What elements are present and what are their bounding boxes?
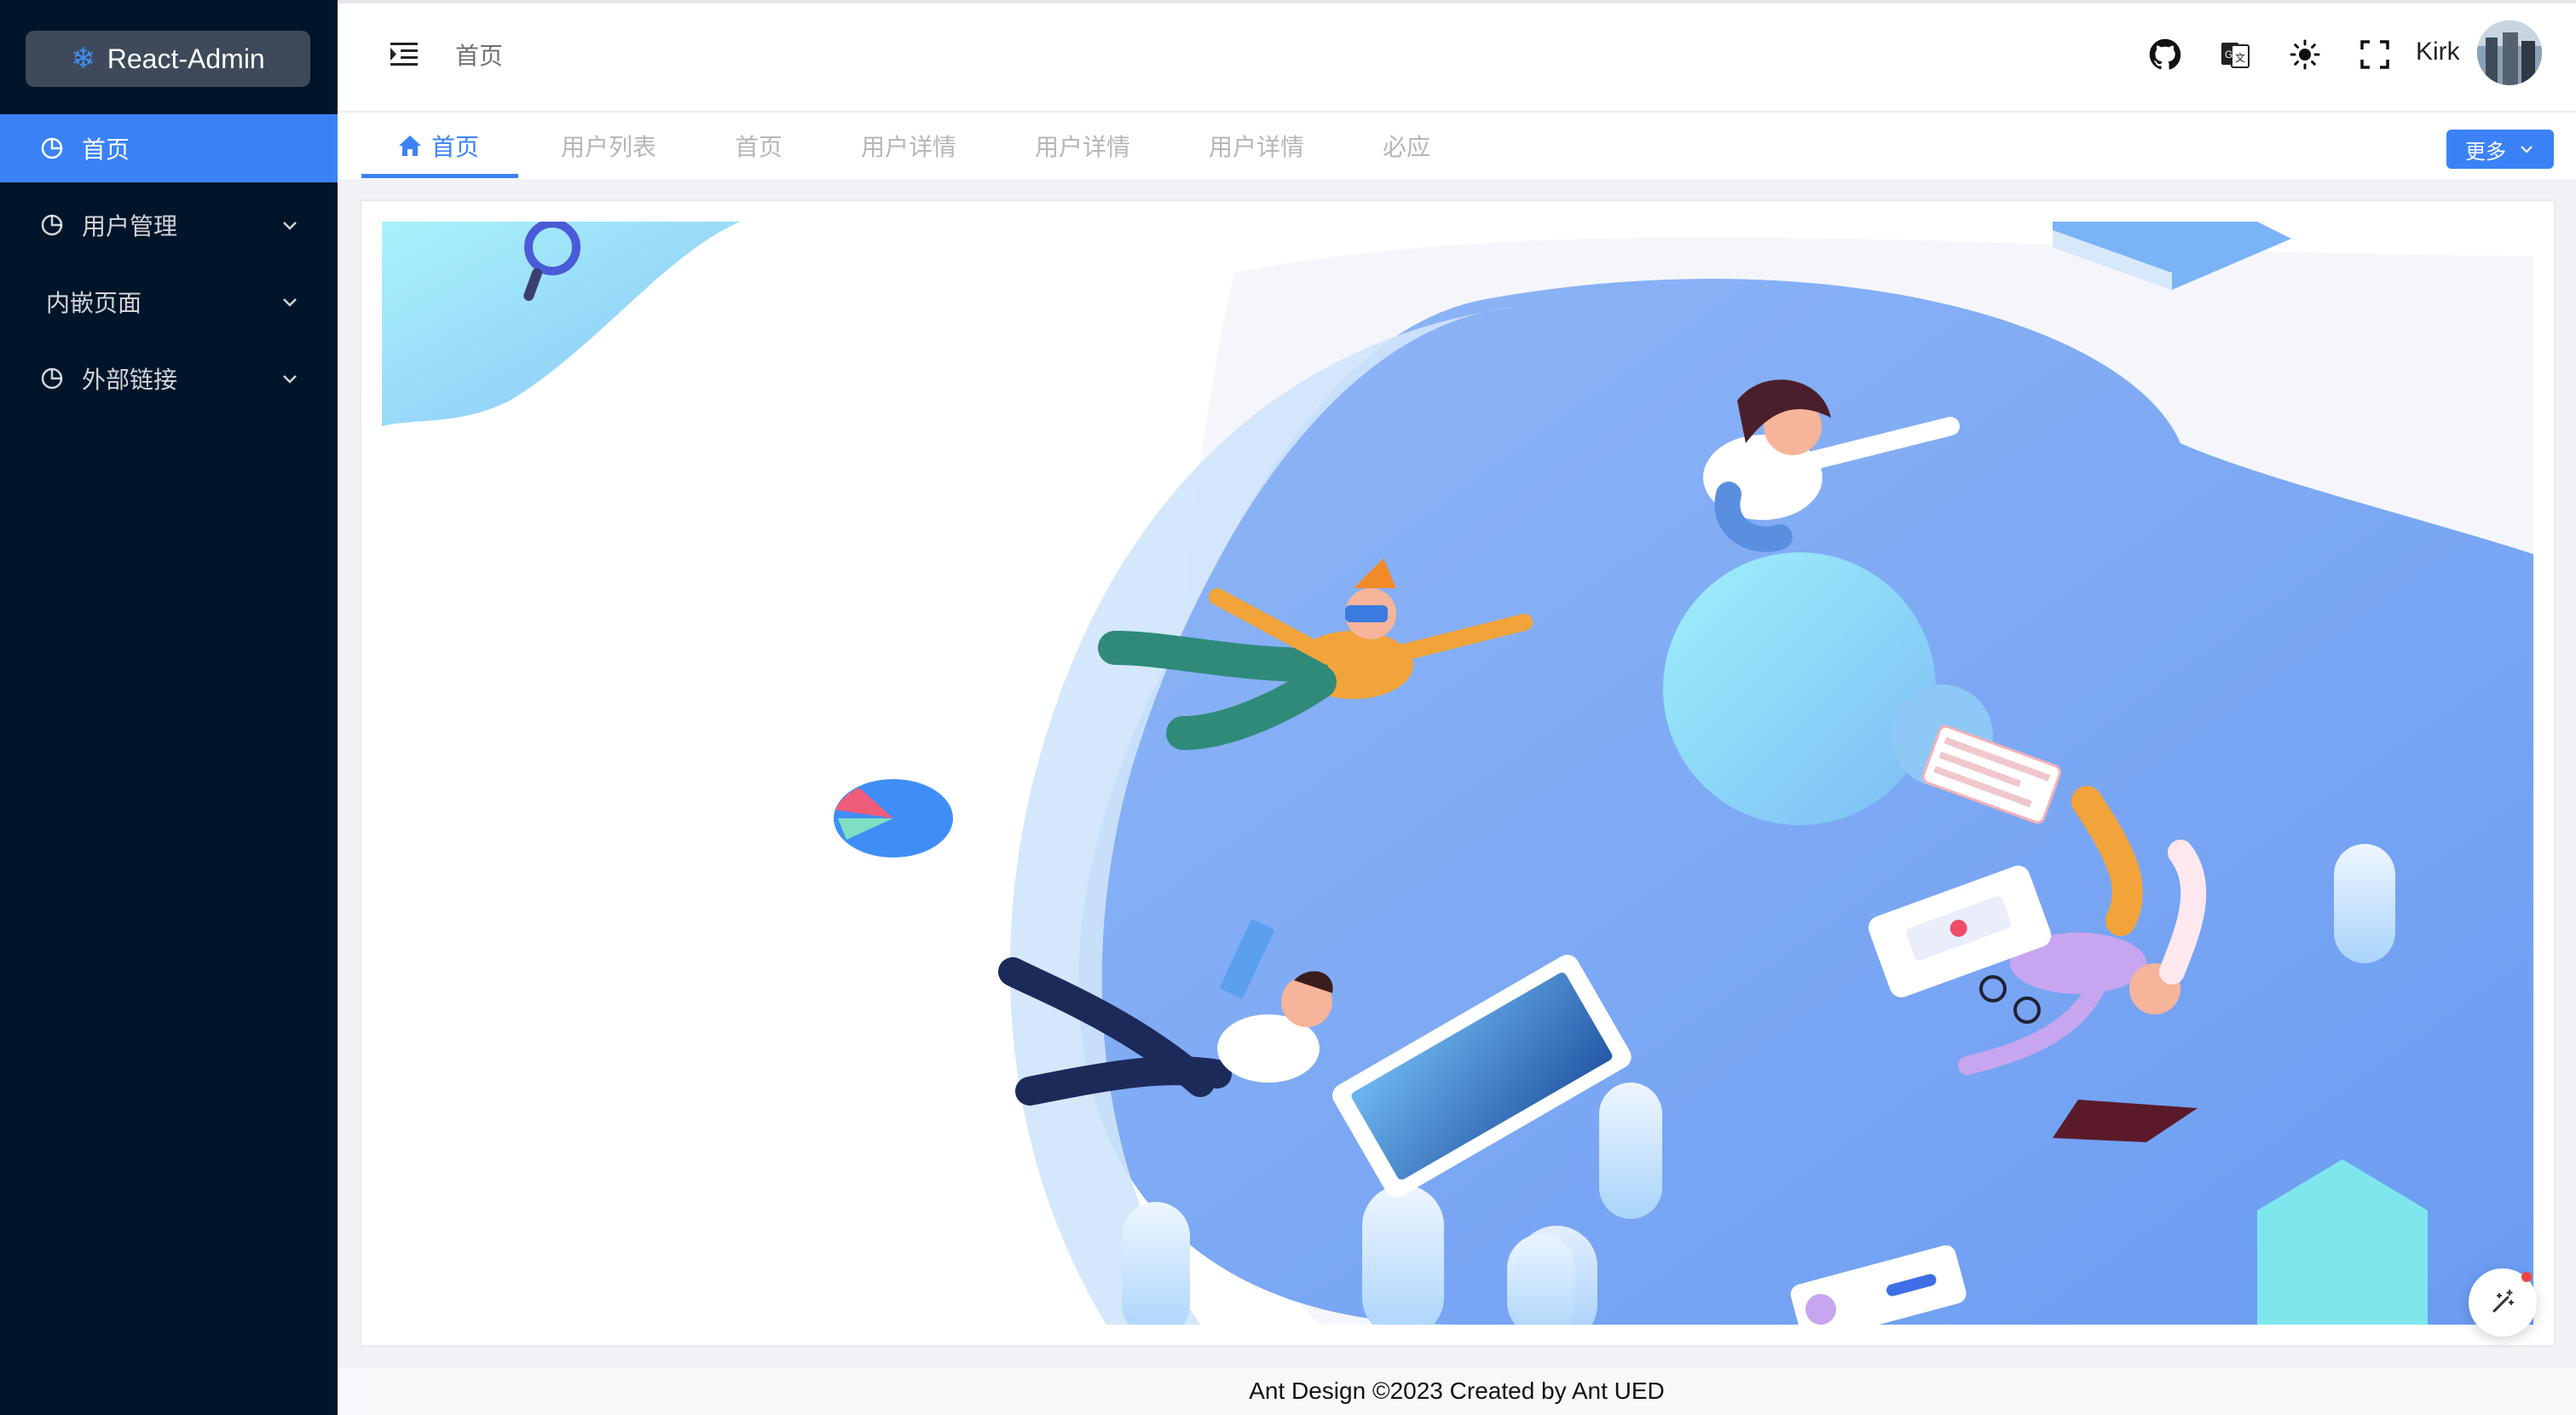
svg-text:G: G (2225, 49, 2232, 61)
sidebar-item-label: 内嵌页面 (46, 290, 142, 316)
tab-user-detail[interactable]: 用户详情 (1035, 113, 1130, 179)
tab-user-detail[interactable]: 用户详情 (1209, 113, 1304, 179)
footer: Ant Design ©2023 Created by Ant UED (338, 1367, 2576, 1415)
fullscreen-icon[interactable] (2358, 38, 2392, 72)
active-tab-indicator (361, 174, 518, 178)
tab-label: 用户列表 (561, 134, 657, 160)
sun-icon[interactable] (2288, 38, 2322, 72)
chevron-down-icon (2521, 146, 2533, 153)
svg-text:文: 文 (2235, 51, 2245, 64)
tab-user-detail[interactable]: 用户详情 (861, 113, 956, 179)
sidebar-item-home[interactable]: 首页 (0, 114, 338, 182)
tab-label: 首页 (431, 134, 480, 160)
tab-home-2[interactable]: 首页 (735, 113, 783, 179)
magic-wand-icon (2492, 1289, 2515, 1313)
menu-fold-icon[interactable] (387, 38, 421, 72)
chevron-down-icon (283, 222, 297, 230)
content-card (360, 199, 2556, 1347)
tab-label: 首页 (735, 134, 783, 160)
tab-label: 用户详情 (1209, 134, 1305, 160)
translate-icon[interactable]: G 文 (2218, 38, 2252, 72)
top-header: 首页 G 文 Kirk (338, 0, 2576, 113)
home-icon (399, 136, 421, 156)
footer-text: Ant Design ©2023 Created by Ant UED (1249, 1377, 1665, 1404)
theme-settings-button[interactable] (2469, 1268, 2537, 1337)
app-title: React-Admin (107, 43, 265, 74)
sidebar-item-external-links[interactable]: 外部链接 (0, 344, 338, 413)
tab-home[interactable]: 首页 (397, 113, 479, 179)
notification-dot (2521, 1272, 2532, 1282)
tab-label: 用户详情 (1035, 134, 1131, 160)
avatar[interactable] (2477, 20, 2542, 85)
pie-chart-icon (39, 366, 65, 391)
tab-bing[interactable]: 必应 (1383, 113, 1430, 179)
pie-chart-icon (39, 212, 65, 238)
app-logo[interactable]: ❄ React-Admin (26, 31, 310, 87)
more-button-label: 更多 (2465, 140, 2506, 164)
username[interactable]: Kirk (2416, 38, 2460, 66)
sidebar-item-label: 外部链接 (82, 367, 178, 393)
sidebar-item-label: 首页 (82, 136, 130, 163)
chevron-down-icon (283, 375, 297, 384)
sidebar-item-label: 用户管理 (82, 213, 178, 240)
tab-label: 必应 (1383, 134, 1431, 160)
github-icon[interactable] (2148, 38, 2182, 72)
pie-chart-icon (39, 136, 65, 161)
snowflake-icon: ❄ (71, 43, 95, 75)
tab-bar: 首页 用户列表 首页 用户详情 用户详情 用户详情 必应 更多 (338, 113, 2576, 179)
breadcrumb: 首页 (455, 43, 504, 69)
sidebar-item-embedded-pages[interactable]: 内嵌页面 (0, 268, 338, 336)
tab-user-list[interactable]: 用户列表 (561, 113, 656, 179)
sidebar: ❄ React-Admin 首页 用户管理 内嵌页面 外部链接 (0, 0, 338, 1415)
more-tabs-button[interactable]: 更多 (2446, 130, 2554, 169)
sidebar-item-user-management[interactable]: 用户管理 (0, 191, 338, 259)
welcome-illustration (382, 222, 2533, 1325)
chevron-down-icon (283, 298, 297, 307)
tab-label: 用户详情 (861, 134, 957, 160)
